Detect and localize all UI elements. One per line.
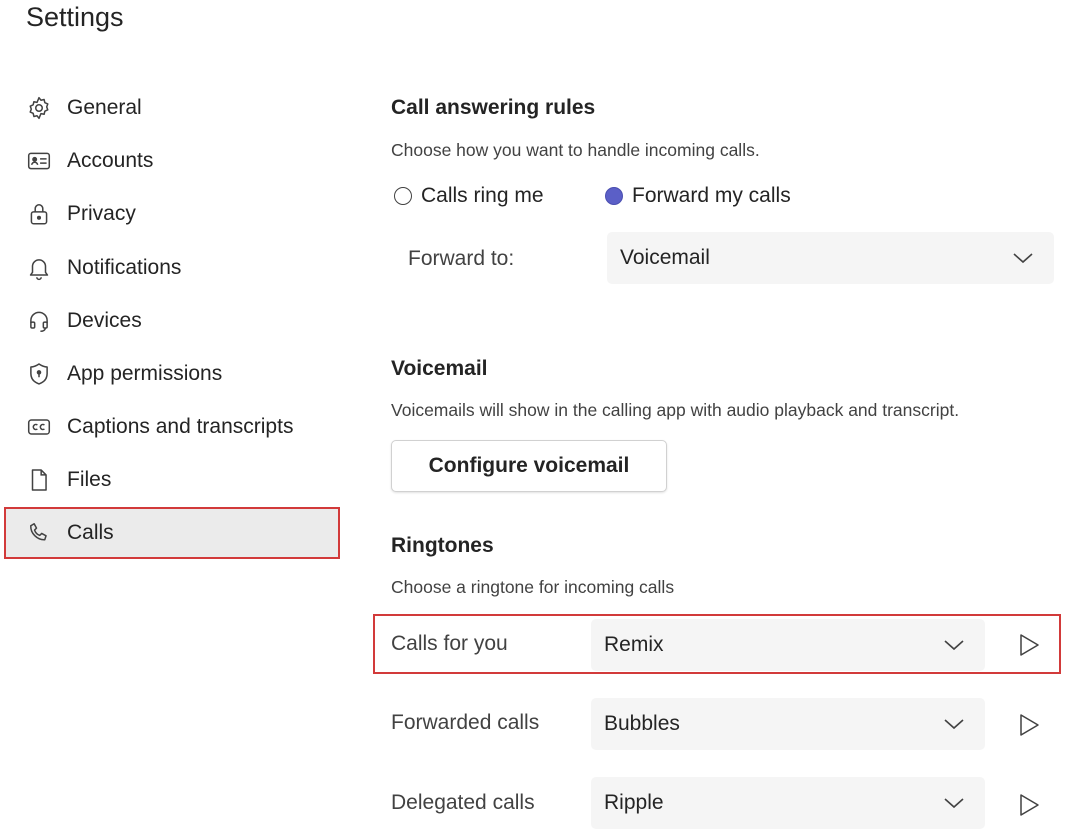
chevron-down-icon [1013, 253, 1033, 264]
headset-icon [26, 308, 52, 334]
sidebar-item-devices[interactable]: Devices [4, 295, 340, 347]
sidebar-item-label: Privacy [67, 202, 136, 225]
voicemail-heading: Voicemail [391, 357, 488, 380]
sidebar-item-label: App permissions [67, 362, 223, 385]
sidebar-item-accounts[interactable]: Accounts [4, 135, 340, 187]
gear-icon [26, 95, 52, 121]
play-delegated-calls-icon[interactable] [1016, 792, 1042, 818]
sidebar-item-label: Accounts [67, 149, 154, 172]
sidebar-item-label: Devices [67, 309, 142, 332]
ringtones-description: Choose a ringtone for incoming calls [391, 577, 675, 597]
play-forwarded-calls-icon[interactable] [1016, 712, 1042, 738]
sidebar-item-app-permissions[interactable]: App permissions [4, 348, 340, 400]
sidebar-item-label: General [67, 96, 142, 119]
delegated-calls-label: Delegated calls [391, 791, 535, 814]
forwarded-calls-dropdown[interactable]: Bubbles [591, 698, 985, 750]
dropdown-value: Voicemail [620, 246, 710, 269]
page-title: Settings [26, 2, 124, 32]
ringtones-heading: Ringtones [391, 534, 494, 557]
id-card-icon [26, 148, 52, 174]
chevron-down-icon [944, 640, 964, 651]
bell-icon [26, 255, 52, 281]
play-calls-for-you-icon[interactable] [1016, 632, 1042, 658]
sidebar-item-files[interactable]: Files [4, 454, 340, 506]
dropdown-value: Remix [604, 633, 664, 656]
call-answering-heading: Call answering rules [391, 96, 596, 119]
radio-label: Calls ring me [421, 184, 544, 207]
sidebar-item-captions[interactable]: Captions and transcripts [4, 401, 340, 453]
call-answering-description: Choose how you want to handle incoming c… [391, 140, 760, 160]
dropdown-value: Ripple [604, 791, 664, 814]
calls-for-you-label: Calls for you [391, 632, 508, 655]
sidebar-item-label: Notifications [67, 256, 182, 279]
radio-unchecked-icon [394, 187, 412, 205]
sidebar-item-calls[interactable]: Calls [4, 507, 340, 559]
radio-checked-icon [605, 187, 623, 205]
radio-calls-ring-me[interactable]: Calls ring me [394, 184, 544, 208]
forwarded-calls-label: Forwarded calls [391, 711, 540, 734]
delegated-calls-dropdown[interactable]: Ripple [591, 777, 985, 829]
sidebar-item-general[interactable]: General [4, 82, 340, 134]
forward-to-dropdown[interactable]: Voicemail [607, 232, 1054, 284]
voicemail-description: Voicemails will show in the calling app … [391, 400, 960, 420]
closed-captions-icon [26, 414, 52, 440]
lock-icon [26, 201, 52, 227]
sidebar-item-label: Files [67, 468, 112, 491]
sidebar-item-label: Calls [67, 521, 114, 544]
forward-to-label: Forward to: [408, 247, 515, 270]
calls-for-you-dropdown[interactable]: Remix [591, 619, 985, 671]
sidebar-item-privacy[interactable]: Privacy [4, 188, 340, 240]
chevron-down-icon [944, 719, 964, 730]
configure-voicemail-button[interactable]: Configure voicemail [391, 440, 667, 492]
dropdown-value: Bubbles [604, 712, 680, 735]
file-icon [26, 467, 52, 493]
sidebar-item-notifications[interactable]: Notifications [4, 242, 340, 294]
shield-icon [26, 361, 52, 387]
phone-icon [26, 520, 52, 546]
chevron-down-icon [944, 798, 964, 809]
sidebar-item-label: Captions and transcripts [67, 415, 294, 438]
radio-label: Forward my calls [632, 184, 791, 207]
radio-forward-my-calls[interactable]: Forward my calls [605, 184, 791, 208]
